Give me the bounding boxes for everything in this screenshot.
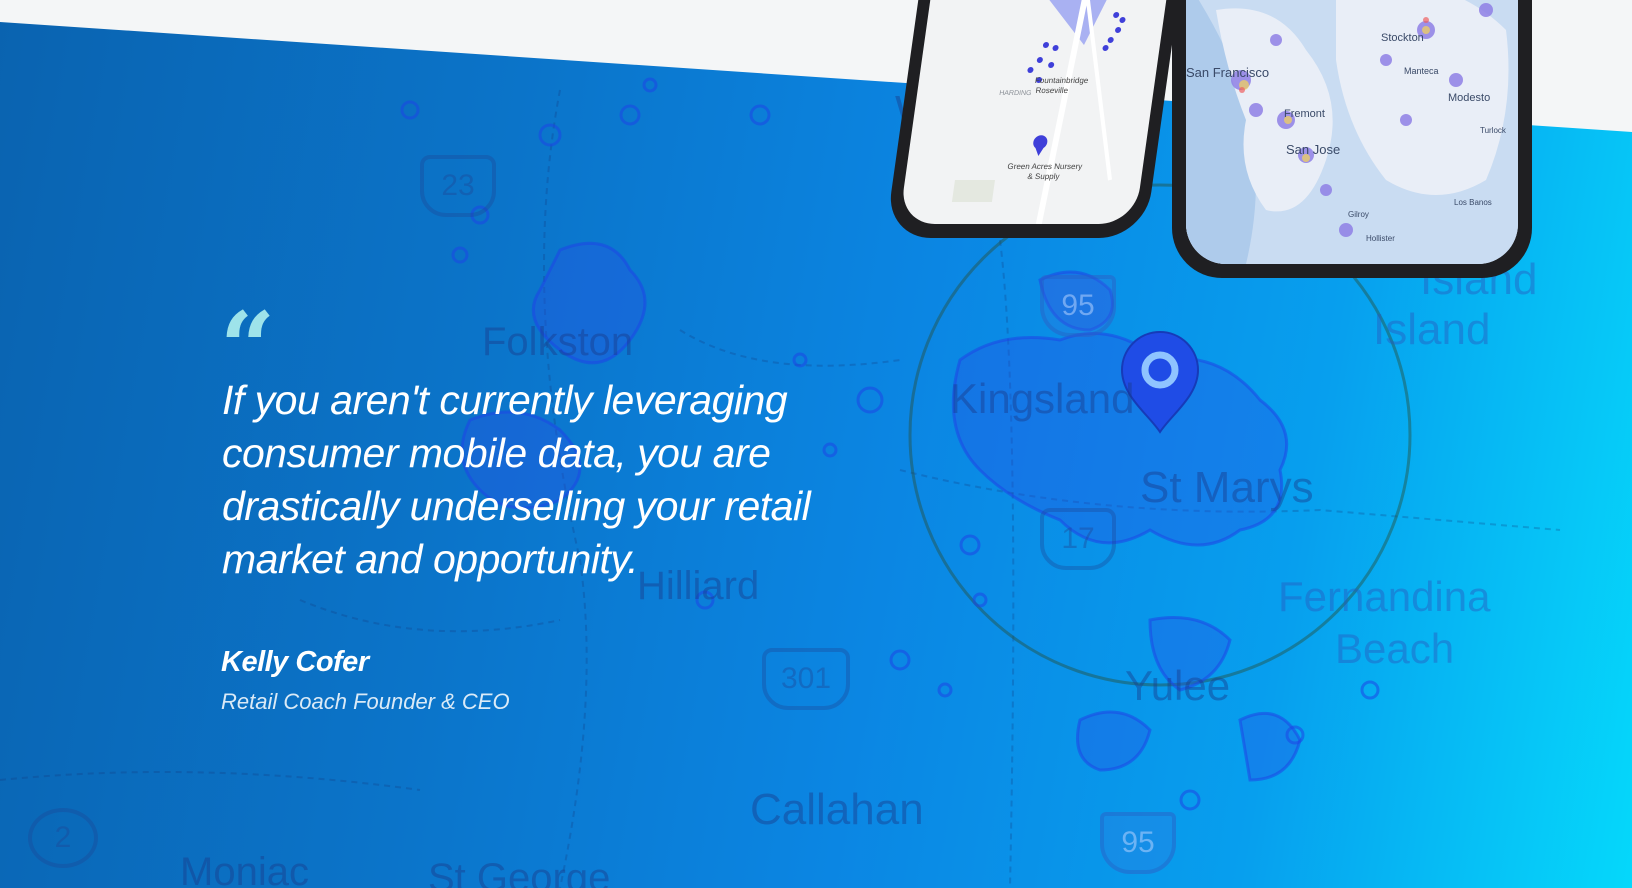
map-label-yulee: Yulee bbox=[1125, 662, 1231, 709]
phone-left-screen: Fountainbridge Roseville HARDING Green A… bbox=[898, 0, 1184, 224]
shield-us-23: 23 bbox=[420, 155, 496, 217]
phone-right-screen: San Francisco Stockton Manteca Modesto T… bbox=[1186, 0, 1518, 264]
phone-right-heatmap bbox=[1186, 0, 1518, 264]
phone-left-place-2: Roseville bbox=[1034, 86, 1069, 95]
phone-right-city-gilroy: Gilroy bbox=[1348, 210, 1369, 219]
quote-text: If you aren't currently leveraging consu… bbox=[222, 377, 811, 582]
shield-sr-2: 2 bbox=[28, 808, 98, 868]
author-name: Kelly Cofer bbox=[221, 646, 369, 678]
map-label-folkston: Folkston bbox=[482, 320, 634, 364]
phone-left-map bbox=[951, 0, 1126, 224]
phone-right-city-stockton: Stockton bbox=[1381, 32, 1424, 44]
phone-left-poi: Green Acres Nursery & Supply bbox=[1006, 162, 1083, 181]
map-label-kingsland: Kingsland bbox=[950, 375, 1135, 422]
map-label-callahan: Callahan bbox=[750, 785, 924, 834]
shield-us-301: 301 bbox=[762, 648, 850, 710]
map-label-st-marys: St Marys bbox=[1140, 463, 1314, 512]
author-title: Retail Coach Founder & CEO bbox=[221, 689, 510, 714]
map-label-beach: Beach bbox=[1335, 625, 1455, 672]
phone-right-city-san-jose: San Jose bbox=[1286, 142, 1341, 157]
phone-mockup-left: Fountainbridge Roseville HARDING Green A… bbox=[884, 0, 1196, 238]
phone-right-city-modesto: Modesto bbox=[1448, 92, 1491, 104]
phone-left-place-1: Fountainbridge bbox=[1034, 76, 1089, 85]
phone-right-city-los-banos: Los Banos bbox=[1454, 198, 1492, 207]
phone-mockup-right: San Francisco Stockton Manteca Modesto T… bbox=[1172, 0, 1532, 278]
map-label-moniac: Moniac bbox=[180, 850, 309, 888]
shield-i-95-top: 95 bbox=[1040, 275, 1116, 337]
phone-right-city-manteca: Manteca bbox=[1404, 66, 1439, 76]
map-label-island-2: Island bbox=[1373, 305, 1491, 354]
shield-i-95-bottom: 95 bbox=[1100, 812, 1176, 874]
phone-right-city-hollister: Hollister bbox=[1366, 234, 1395, 243]
phone-right-city-fremont: Fremont bbox=[1284, 108, 1325, 120]
quote-mark-icon: “ bbox=[220, 291, 275, 404]
shield-us-17: 17 bbox=[1040, 508, 1116, 570]
phone-right-city-san-francisco: San Francisco bbox=[1186, 65, 1270, 80]
map-label-st-george: St George bbox=[428, 856, 611, 888]
phone-right-city-turlock: Turlock bbox=[1480, 126, 1506, 135]
map-label-fernandina: Fernandina bbox=[1278, 573, 1491, 620]
phone-left-street: HARDING bbox=[998, 90, 1032, 97]
